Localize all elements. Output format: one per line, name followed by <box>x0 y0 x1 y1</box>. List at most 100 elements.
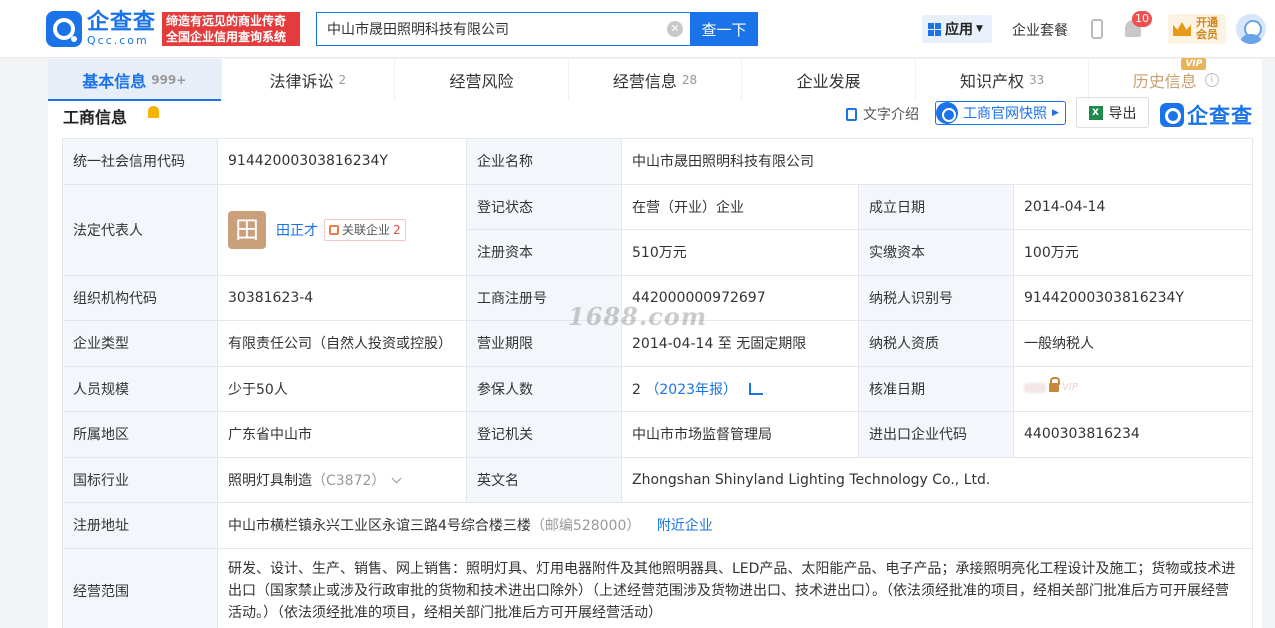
triangle-right-icon: ▶ <box>1052 108 1059 118</box>
assoc-count: 2 <box>393 222 401 237</box>
industry-cell[interactable]: 照明灯具制造（C3872） <box>217 456 467 503</box>
gs-snapshot-button[interactable]: 工商官网快照 ▶ <box>935 101 1066 125</box>
tab-label: 基本信息 <box>82 72 147 91</box>
legal-rep-label: 法定代表人 <box>62 183 218 276</box>
clear-icon[interactable]: ✕ <box>667 21 683 37</box>
table-row: 法定代表人 田 田正才 关联企业 2 登记状态 在营（开业）企业 成立日期 20… <box>62 183 1254 276</box>
qcc-brand-logo: 企查查 <box>1160 100 1253 130</box>
address-label: 注册地址 <box>62 502 218 549</box>
slogan-line-1: 缔造有远见的商业传奇 <box>166 14 287 28</box>
business-info-panel: 工商信息 文字介绍 工商官网快照 ▶ X 导出 企查查 统一社会信用代码 914… <box>48 97 1262 628</box>
annual-report-link[interactable]: （2023年报） <box>645 382 737 398</box>
tab-basic-info[interactable]: 基本信息 999+ <box>48 59 222 101</box>
tab-ip[interactable]: 知识产权 33 <box>916 59 1090 101</box>
insured-label: 参保人数 <box>466 365 622 412</box>
credit-code-value: 91442000303816234Y <box>217 138 467 185</box>
apps-menu-button[interactable]: 应用 ▼ <box>922 15 992 43</box>
tab-history[interactable]: 历史信息 VIP i <box>1089 58 1262 101</box>
company-name-label: 企业名称 <box>466 138 622 185</box>
tab-development[interactable]: 企业发展 <box>742 59 916 101</box>
section-title: 工商信息 <box>63 108 128 127</box>
search-icon <box>936 102 958 124</box>
package-link[interactable]: 企业套餐 <box>1012 20 1068 40</box>
scope-value: 研发、设计、生产、销售、网上销售：照明灯具、灯用电器附件及其他照明器具、LED产… <box>216 547 1254 628</box>
logo-en-text: Qcc.com <box>87 34 149 47</box>
document-icon <box>846 107 857 121</box>
industry-label: 国标行业 <box>62 456 218 503</box>
text-intro-button[interactable]: 文字介绍 <box>846 104 919 124</box>
tab-count: 999+ <box>151 73 187 87</box>
credit-code-label: 统一社会信用代码 <box>62 138 218 185</box>
reg-capital-label: 注册资本 <box>466 229 622 276</box>
table-row: 人员规模 少于50人 参保人数 2 （2023年报） 核准日期 VIP <box>62 365 1254 412</box>
link-icon <box>329 224 339 235</box>
vip-mark: VIP <box>1062 382 1078 394</box>
tab-label: 经营信息 <box>612 72 677 91</box>
paid-capital-label: 实缴资本 <box>858 229 1014 276</box>
info-icon[interactable]: i <box>1204 73 1219 87</box>
table-row: 注册地址 中山市横栏镇永兴工业区永谊三路4号综合楼三楼（邮编528000） 附近… <box>62 502 1254 549</box>
scope-label: 经营范围 <box>62 547 218 628</box>
taxpayer-id-label: 纳税人识别号 <box>858 274 1014 321</box>
phone-icon[interactable] <box>1091 19 1103 39</box>
vip-locked-value[interactable]: VIP <box>1024 377 1078 394</box>
business-info-table: 统一社会信用代码 91442000303816234Y 企业名称 中山市晟田照明… <box>62 138 1254 628</box>
notification-badge: 10 <box>1132 11 1152 27</box>
slogan-banner: 缔造有远见的商业传奇 全国企业信用查询系统 <box>162 12 300 46</box>
search-button[interactable]: 查一下 <box>690 12 758 46</box>
reg-no-label: 工商注册号 <box>466 274 622 321</box>
industry-value: 照明灯具制造 <box>228 472 312 489</box>
related-companies-button[interactable]: 关联企业 2 <box>324 218 406 241</box>
tab-label: 法律诉讼 <box>269 72 334 91</box>
user-avatar[interactable] <box>1236 14 1266 44</box>
industry-code: （C3872） <box>312 472 386 489</box>
tab-operations[interactable]: 经营信息 28 <box>569 59 743 101</box>
staff-label: 人员规模 <box>62 365 218 412</box>
approval-date-label: 核准日期 <box>858 365 1014 412</box>
bell-icon[interactable] <box>148 106 159 118</box>
grid-icon <box>928 22 941 36</box>
legal-rep-link[interactable]: 田正才 <box>276 220 318 240</box>
approval-date-cell: VIP <box>1012 365 1254 412</box>
search-input[interactable] <box>316 12 690 46</box>
reg-no-value: 442000000972697 <box>621 274 859 321</box>
tab-count: 28 <box>681 73 698 87</box>
company-type-value: 有限责任公司（自然人投资或控股） <box>217 320 467 367</box>
text-intro-label: 文字介绍 <box>863 107 919 123</box>
org-code-value: 30381623-4 <box>217 274 467 321</box>
table-row: 组织机构代码 30381623-4 工商注册号 442000000972697 … <box>62 274 1254 321</box>
qcc-brand-icon <box>1160 103 1184 127</box>
nearby-companies-link[interactable]: 附近企业 <box>657 518 713 534</box>
export-label: 导出 <box>1108 105 1137 122</box>
chart-icon[interactable] <box>749 382 764 395</box>
reg-capital-value: 510万元 <box>621 229 859 276</box>
table-row: 国标行业 照明灯具制造（C3872） 英文名 Zhongshan Shinyla… <box>62 456 1254 503</box>
tab-label: 历史信息 <box>1132 72 1197 91</box>
authority-value: 中山市市场监督管理局 <box>621 411 859 458</box>
ie-code-label: 进出口企业代码 <box>858 411 1014 458</box>
qcc-logo[interactable]: 企查查 Qcc.com <box>46 11 156 47</box>
reg-status-value: 在营（开业）企业 <box>621 183 859 230</box>
tab-label: 企业发展 <box>796 72 861 91</box>
term-value: 2014-04-14 至 无固定期限 <box>621 320 859 367</box>
paid-capital-value: 100万元 <box>1012 229 1254 276</box>
tab-count: 2 <box>338 73 347 87</box>
table-row: 经营范围 研发、设计、生产、销售、网上销售：照明灯具、灯用电器附件及其他照明器具… <box>62 547 1254 628</box>
chevron-down-icon[interactable] <box>391 473 402 484</box>
postcode: （邮编528000） <box>530 518 641 535</box>
vip-tag: VIP <box>1181 58 1207 70</box>
main-tabs: 基本信息 999+ 法律诉讼 2 经营风险 经营信息 28 企业发展 知识产权 … <box>48 58 1262 101</box>
company-type-label: 企业类型 <box>62 320 218 367</box>
qcc-logo-icon <box>46 11 82 47</box>
search-bar: ✕ 查一下 <box>316 12 758 46</box>
reg-status-label: 登记状态 <box>466 183 622 230</box>
lock-icon <box>1049 377 1060 393</box>
vip-button[interactable]: 开通会员 <box>1168 14 1226 44</box>
ie-code-value: 4400303816234 <box>1012 411 1254 458</box>
caret-down-icon: ▼ <box>976 24 983 34</box>
est-date-label: 成立日期 <box>858 183 1014 230</box>
tab-risk[interactable]: 经营风险 <box>395 59 569 101</box>
legal-rep-avatar[interactable]: 田 <box>228 210 266 249</box>
export-button[interactable]: X 导出 <box>1076 97 1149 128</box>
tab-legal[interactable]: 法律诉讼 2 <box>222 59 396 101</box>
